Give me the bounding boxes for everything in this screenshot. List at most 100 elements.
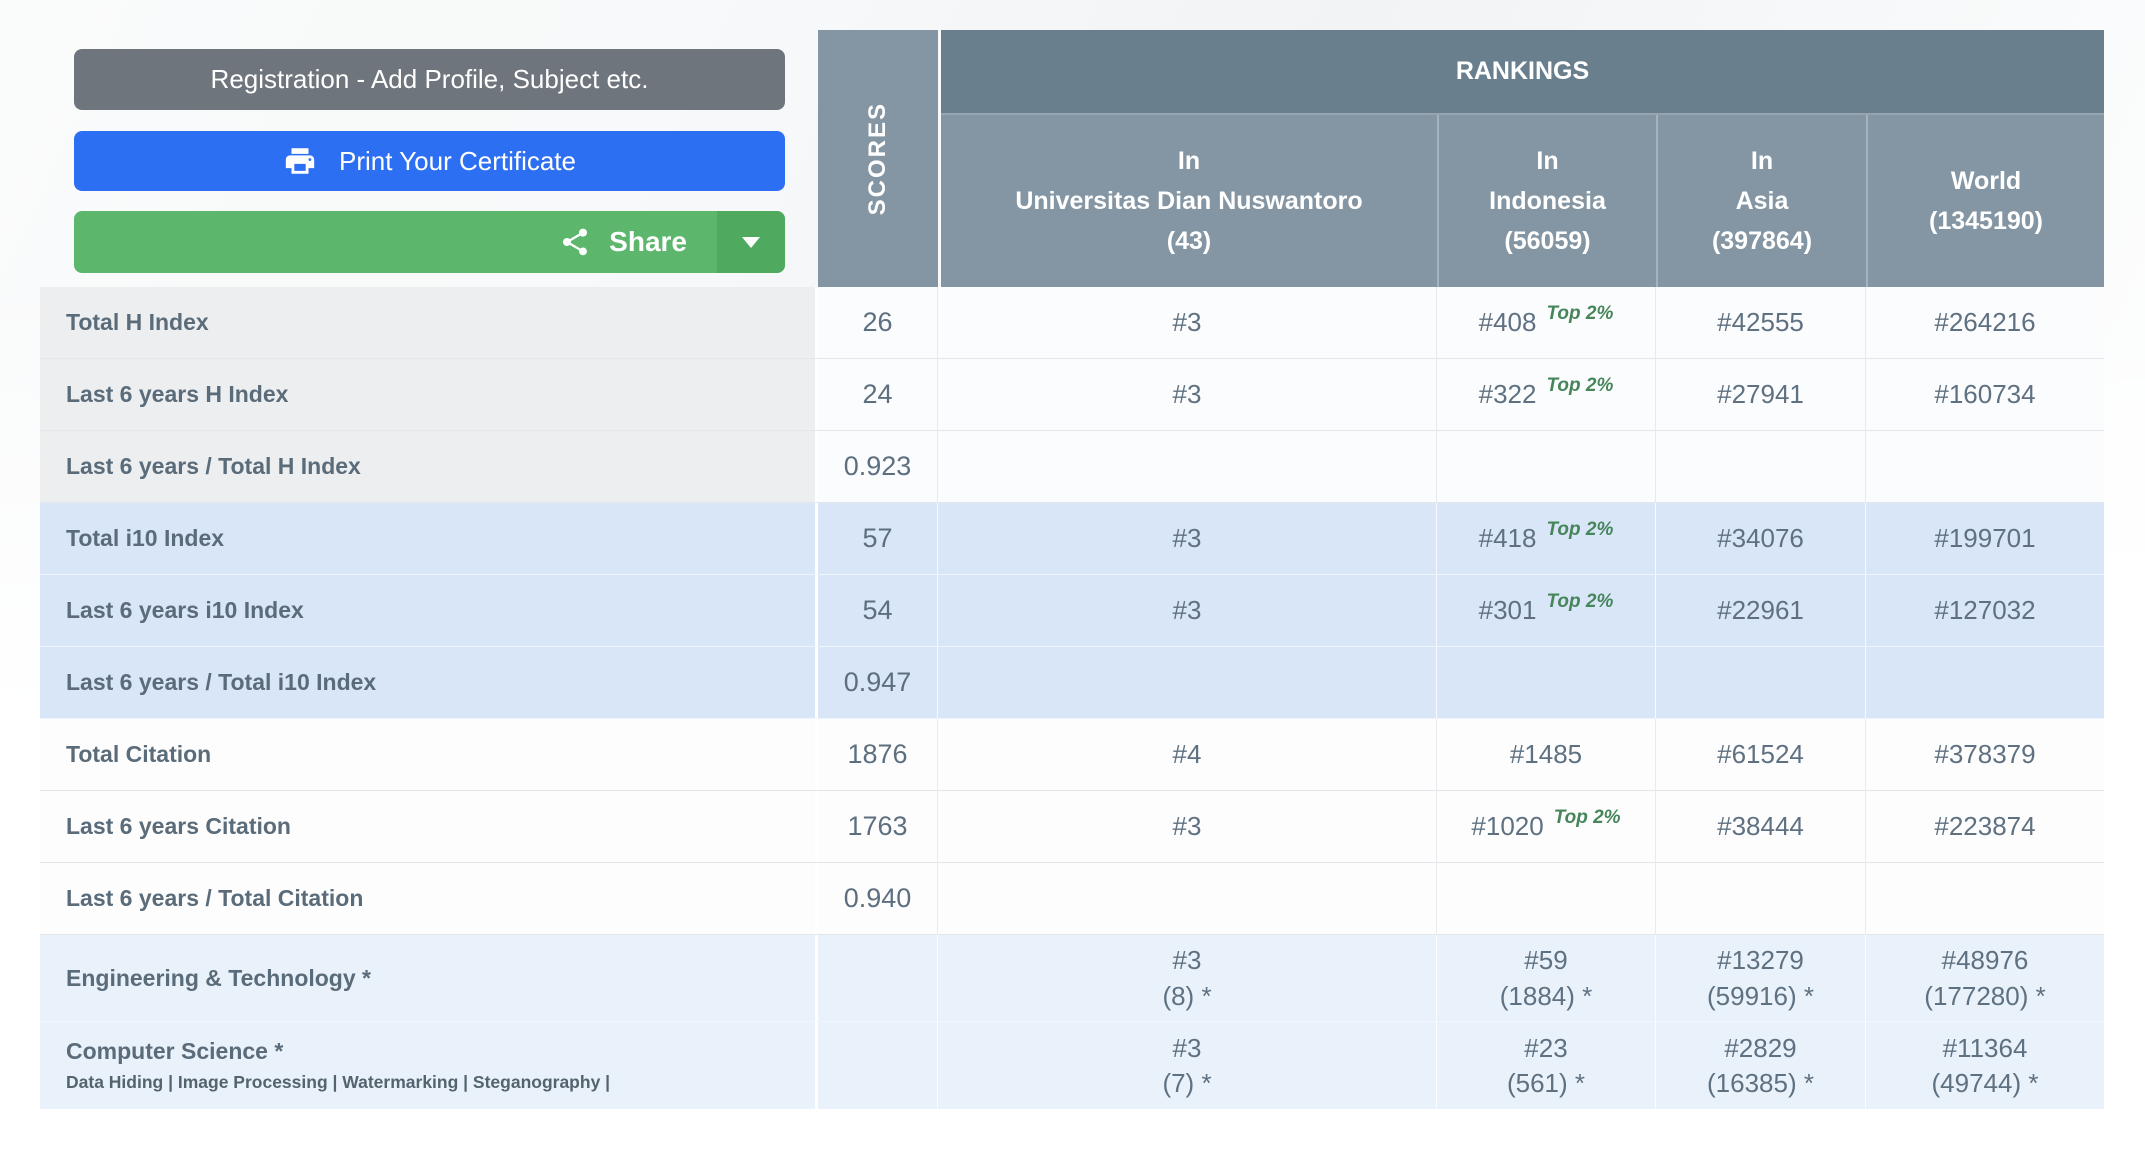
ranking-cell: #408 Top 2% xyxy=(1437,287,1656,358)
ranking-cell: #2829 (16385) * xyxy=(1656,1022,1866,1109)
rankings-table: SCORES RANKINGS In Universitas Dian Nusw… xyxy=(40,30,2104,1109)
page: Registration - Add Profile, Subject etc.… xyxy=(0,0,2145,1157)
rank-secondary-value: (59916) * xyxy=(1707,980,1814,1011)
table-row: Total H Index 26 #3 #408 Top 2% #42555 #2642… xyxy=(40,287,2104,359)
row-label: Last 6 years / Total i10 Index xyxy=(66,669,377,696)
rank-value: #223874 xyxy=(1934,811,2036,842)
table-row: Last 6 years i10 Index 54 #3 #301 Top 2% #2… xyxy=(40,575,2104,647)
ranking-cell: #59 (1884) * xyxy=(1437,935,1656,1021)
top-2-percent-badge: Top 2% xyxy=(1553,806,1621,828)
score-cell: 1876 xyxy=(818,719,938,790)
ranking-cell: #301 Top 2% xyxy=(1437,575,1656,646)
score-cell: 24 xyxy=(818,359,938,430)
ranking-cell: #48976 (177280) * xyxy=(1866,935,2104,1021)
table-row: Total i10 Index 57 #3 #418 Top 2% #34076 #19… xyxy=(40,503,2104,575)
row-label: Total Citation xyxy=(66,741,212,768)
ranking-cell: #378379 xyxy=(1866,719,2104,790)
rank-value: #61524 xyxy=(1717,739,1804,770)
ranking-cell: #61524 xyxy=(1656,719,1866,790)
table-row: Last 6 years Citation 1763 #3 #1020 Top 2%… xyxy=(40,791,2104,863)
top-2-percent-badge: Top 2% xyxy=(1546,590,1614,612)
rankings-header-label: RANKINGS xyxy=(941,30,2104,115)
ranking-cell xyxy=(1866,647,2104,718)
ranking-cell: #3 (7) * xyxy=(938,1022,1437,1109)
table-row: Last 6 years / Total H Index 0.923 xyxy=(40,431,2104,503)
table-row: Computer Science * Data Hiding | Image P… xyxy=(40,1022,2104,1109)
ranking-cell: #127032 xyxy=(1866,575,2104,646)
row-label-cell: Computer Science * Data Hiding | Image P… xyxy=(40,1022,818,1109)
ranking-cell xyxy=(1866,431,2104,502)
ranking-cell xyxy=(1866,863,2104,934)
rank-value: #3 xyxy=(1172,811,1202,842)
ranking-cell: #1020 Top 2% xyxy=(1437,791,1656,862)
table-body: Total H Index 26 #3 #408 Top 2% #42555 #2642… xyxy=(40,287,2104,1109)
score-cell xyxy=(818,1022,938,1109)
ranking-cell xyxy=(1437,431,1656,502)
ranking-cell: #160734 xyxy=(1866,359,2104,430)
score-cell: 57 xyxy=(818,503,938,574)
row-label-cell: Last 6 years / Total H Index xyxy=(40,431,818,502)
ranking-cell: #38444 xyxy=(1656,791,1866,862)
rank-value: #59 xyxy=(1524,945,1568,975)
score-cell: 0.940 xyxy=(818,863,938,934)
ranking-cell: #22961 xyxy=(1656,575,1866,646)
rank-value: #48976 xyxy=(1941,945,2029,975)
table-row: Engineering & Technology * #3 (8) * #59 (18… xyxy=(40,935,2104,1022)
ranking-cell: #3 xyxy=(938,503,1437,574)
rank-secondary-value: (1884) * xyxy=(1499,980,1593,1011)
top-2-percent-badge: Top 2% xyxy=(1546,374,1614,396)
score-cell: 0.947 xyxy=(818,647,938,718)
row-label-cell: Total Citation xyxy=(40,719,818,790)
rank-value: #3 xyxy=(1172,1032,1202,1063)
rank-value: #378379 xyxy=(1934,739,2036,770)
rank-value: #23 xyxy=(1524,1032,1568,1063)
ranking-cell: #34076 xyxy=(1656,503,1866,574)
row-label: Last 6 years H Index xyxy=(66,381,289,408)
ranking-cell: #264216 xyxy=(1866,287,2104,358)
score-cell: 54 xyxy=(818,575,938,646)
row-label: Last 6 years i10 Index xyxy=(66,597,304,624)
score-cell: 1763 xyxy=(818,791,938,862)
rank-secondary-value: (8) * xyxy=(1162,980,1212,1011)
score-cell: 26 xyxy=(818,287,938,358)
rank-value: #3 xyxy=(1172,307,1202,338)
row-label-cell: Last 6 years / Total Citation xyxy=(40,863,818,934)
rankings-subheaders: In Universitas Dian Nuswantoro (43) In I… xyxy=(941,115,2104,287)
rank-value: #1020 xyxy=(1471,811,1544,842)
scores-column-header: SCORES xyxy=(818,30,938,287)
row-label-cell: Last 6 years i10 Index xyxy=(40,575,818,646)
row-label-cell: Last 6 years / Total i10 Index xyxy=(40,647,818,718)
ranking-cell xyxy=(1437,647,1656,718)
rank-value: #2829 xyxy=(1724,1032,1797,1063)
row-label-cell: Engineering & Technology * xyxy=(40,935,818,1021)
rank-value: #3 xyxy=(1172,595,1202,626)
rank-secondary-value: (7) * xyxy=(1162,1068,1212,1098)
row-label: Engineering & Technology * xyxy=(66,964,371,991)
ranking-cell: #1485 xyxy=(1437,719,1656,790)
row-label: Last 6 years Citation xyxy=(66,813,291,840)
ranking-cell: #3 xyxy=(938,359,1437,430)
rank-value: #264216 xyxy=(1934,307,2036,338)
column-header-asia: In Asia (397864) xyxy=(1656,115,1866,287)
top-2-percent-badge: Top 2% xyxy=(1546,518,1614,540)
rank-value: #38444 xyxy=(1717,811,1804,842)
rank-value: #4 xyxy=(1172,739,1202,770)
rank-value: #322 xyxy=(1478,379,1537,410)
row-label: Last 6 years / Total H Index xyxy=(66,453,361,480)
ranking-cell: #3 xyxy=(938,791,1437,862)
row-label-cell: Total i10 Index xyxy=(40,503,818,574)
ranking-cell: #418 Top 2% xyxy=(1437,503,1656,574)
ranking-cell: #11364 (49744) * xyxy=(1866,1022,2104,1109)
ranking-cell: #27941 xyxy=(1656,359,1866,430)
rank-value: #22961 xyxy=(1717,595,1804,626)
rank-value: #408 xyxy=(1478,307,1537,338)
rank-value: #3 xyxy=(1172,379,1202,410)
score-cell xyxy=(818,935,938,1021)
ranking-cell xyxy=(1656,863,1866,934)
row-label: Computer Science * xyxy=(66,1038,284,1065)
ranking-cell: #4 xyxy=(938,719,1437,790)
ranking-cell: #3 xyxy=(938,287,1437,358)
table-row: Total Citation 1876 #4 #1485 #61524 #378379 xyxy=(40,719,2104,791)
table-row: Last 6 years / Total i10 Index 0.947 xyxy=(40,647,2104,719)
table-header: SCORES RANKINGS In Universitas Dian Nusw… xyxy=(818,30,2104,287)
